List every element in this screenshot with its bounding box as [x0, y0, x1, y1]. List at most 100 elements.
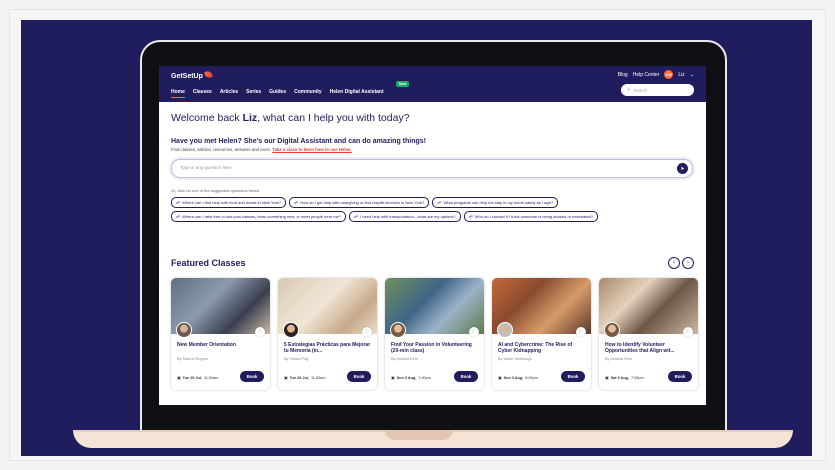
chat-icon: ☍ [294, 200, 299, 205]
heart-icon[interactable]: ♡ [255, 327, 265, 337]
suggestion-text: Where can I take free or low-cost classe… [182, 214, 342, 219]
heart-icon[interactable]: ♡ [576, 327, 586, 337]
logo-mark-icon [203, 69, 213, 79]
main-menu: Home Classes Articles Series Guides Comm… [171, 89, 384, 98]
chat-icon: ☍ [437, 200, 442, 205]
class-instructor: By Kristina Kern [605, 357, 633, 361]
class-card[interactable]: ♡ Find Your Passion in Volunteering (20-… [385, 278, 484, 390]
suggestion-text: Where can I find help with food and meal… [182, 200, 282, 205]
class-title: How to Identify Volunteer Opportunities … [605, 342, 675, 355]
menu-helen[interactable]: Helen Digital Assistant [330, 89, 384, 95]
host-avatar [390, 322, 406, 338]
host-avatar [283, 322, 299, 338]
welcome-suffix: , what can I help you with today? [257, 112, 410, 124]
class-time: 8:00pm [525, 375, 538, 380]
class-title: AI and Cybercrime: The Rise of Cyber Kid… [498, 342, 573, 355]
class-card[interactable]: ♡ New Member Orientation By Sharon Roger… [171, 278, 270, 390]
class-title: New Member Orientation [177, 342, 236, 348]
host-avatar [604, 322, 620, 338]
featured-classes-heading: Featured Classes [171, 258, 246, 268]
menu-series[interactable]: Series [246, 89, 261, 95]
helen-learn-link[interactable]: Take a class to learn how to use Helen. [272, 147, 351, 152]
welcome-name: Liz [242, 112, 258, 124]
class-datetime: ▣ Tue 29 Jul, 11:00am [177, 375, 219, 381]
top-links: Blog Help Center LW Liz ⌄ [618, 70, 694, 79]
suggestion-chip[interactable]: ☍ Who do I contact if I think someone is … [463, 211, 599, 222]
menu-guides[interactable]: Guides [269, 89, 286, 95]
laptop-notch [385, 430, 453, 440]
class-time: 11:00am [203, 375, 219, 380]
chat-icon: ☍ [176, 200, 181, 205]
chat-icon: ☍ [354, 214, 359, 219]
class-instructor: By Yesica Pug [284, 357, 309, 361]
question-placeholder: Type in any question here [180, 165, 232, 170]
class-datetime: ▣ Sun 3 Aug, 8:00pm [498, 375, 538, 381]
chevron-down-icon[interactable]: ⌄ [690, 72, 694, 78]
calendar-icon: ▣ [498, 376, 502, 380]
blog-link[interactable]: Blog [618, 72, 628, 78]
class-date: Sat 9 Aug, [610, 375, 630, 380]
heart-icon[interactable]: ♡ [683, 327, 693, 337]
suggestion-chip[interactable]: ☍ Where can I take free or low-cost class… [171, 211, 347, 222]
carousel-arrows: ‹ › [668, 257, 694, 269]
book-button[interactable]: Book [454, 371, 478, 382]
calendar-icon: ▣ [177, 376, 181, 380]
send-icon[interactable]: ➤ [677, 163, 688, 174]
calendar-icon: ▣ [391, 376, 395, 380]
calendar-icon: ▣ [605, 376, 609, 380]
chat-icon: ☍ [176, 214, 181, 219]
class-datetime: ▣ Sun 3 Aug, 7:00pm [391, 375, 431, 381]
class-instructor: By Kristina Kern [391, 357, 419, 361]
class-date: Tue 29 Jul, [182, 375, 202, 380]
class-cards: ♡ New Member Orientation By Sharon Roger… [171, 278, 698, 390]
suggestion-text: I need help with transportation—what are… [360, 214, 456, 219]
logo-text: GetSetUp [171, 73, 203, 80]
menu-classes[interactable]: Classes [193, 89, 212, 95]
chevron-right-icon[interactable]: › [682, 257, 694, 269]
class-instructor: By Wade Yarbrough [498, 357, 532, 361]
new-badge: New [396, 81, 410, 87]
class-card[interactable]: ♡ 5 Estrategias Prácticas para Mejorar t… [278, 278, 377, 390]
chat-icon: ☍ [468, 214, 473, 219]
laptop-screen: GetSetUp Home Classes Articles Series Gu… [159, 66, 706, 405]
host-avatar [176, 322, 192, 338]
menu-articles[interactable]: Articles [220, 89, 238, 95]
menu-community[interactable]: Community [294, 89, 322, 95]
suggestion-chip[interactable]: ☍ I need help with transportation—what ar… [349, 211, 461, 222]
class-card[interactable]: ♡ How to Identify Volunteer Opportunitie… [599, 278, 698, 390]
suggestion-chip[interactable]: ☍ What programs can help me stay in my ho… [432, 197, 559, 208]
book-button[interactable]: Book [347, 371, 371, 382]
heart-icon[interactable]: ♡ [469, 327, 479, 337]
helen-heading: Have you met Helen? She's our Digital As… [171, 138, 427, 145]
helen-subtitle-text: Find classes, articles, resources, answe… [171, 147, 272, 152]
suggestion-chip[interactable]: ☍ Where can I find help with food and mea… [171, 197, 287, 208]
class-title: Find Your Passion in Volunteering (20-mi… [391, 342, 472, 355]
heart-icon[interactable]: ♡ [362, 327, 372, 337]
menu-home[interactable]: Home [171, 89, 185, 98]
welcome-prefix: Welcome back [171, 112, 243, 124]
book-button[interactable]: Book [240, 371, 264, 382]
class-card[interactable]: ♡ AI and Cybercrime: The Rise of Cyber K… [492, 278, 591, 390]
class-datetime: ▣ Tue 29 Jul, 11:00am [284, 375, 326, 381]
help-center-link[interactable]: Help Center [633, 72, 660, 78]
avatar[interactable]: LW [664, 70, 674, 79]
chevron-left-icon[interactable]: ‹ [668, 257, 680, 269]
search-icon: ⚲ [627, 87, 631, 92]
page-title: Welcome back Liz, what can I help you wi… [171, 112, 410, 124]
search-input[interactable]: ⚲ Search [621, 84, 694, 96]
book-button[interactable]: Book [561, 371, 585, 382]
helen-question-input[interactable]: Type in any question here ➤ [171, 159, 693, 178]
top-nav: GetSetUp Home Classes Articles Series Gu… [159, 66, 706, 102]
search-placeholder: Search [633, 87, 648, 93]
class-instructor: By Sharon Rogers [177, 357, 209, 361]
class-date: Tue 29 Jul, [289, 375, 309, 380]
suggestion-text: What programs can help me stay in my hom… [443, 200, 554, 205]
class-time: 11:00am [310, 375, 326, 380]
book-button[interactable]: Book [668, 371, 692, 382]
user-name[interactable]: Liz [678, 72, 684, 78]
suggestions-hint: Or, click on one of the suggested questi… [171, 188, 260, 193]
logo[interactable]: GetSetUp [171, 69, 213, 80]
suggestion-chip[interactable]: ☍ How do I get help with caregiving or fi… [289, 197, 430, 208]
suggestion-text: How do I get help with caregiving or fin… [300, 200, 425, 205]
class-time: 7:00pm [631, 375, 644, 380]
